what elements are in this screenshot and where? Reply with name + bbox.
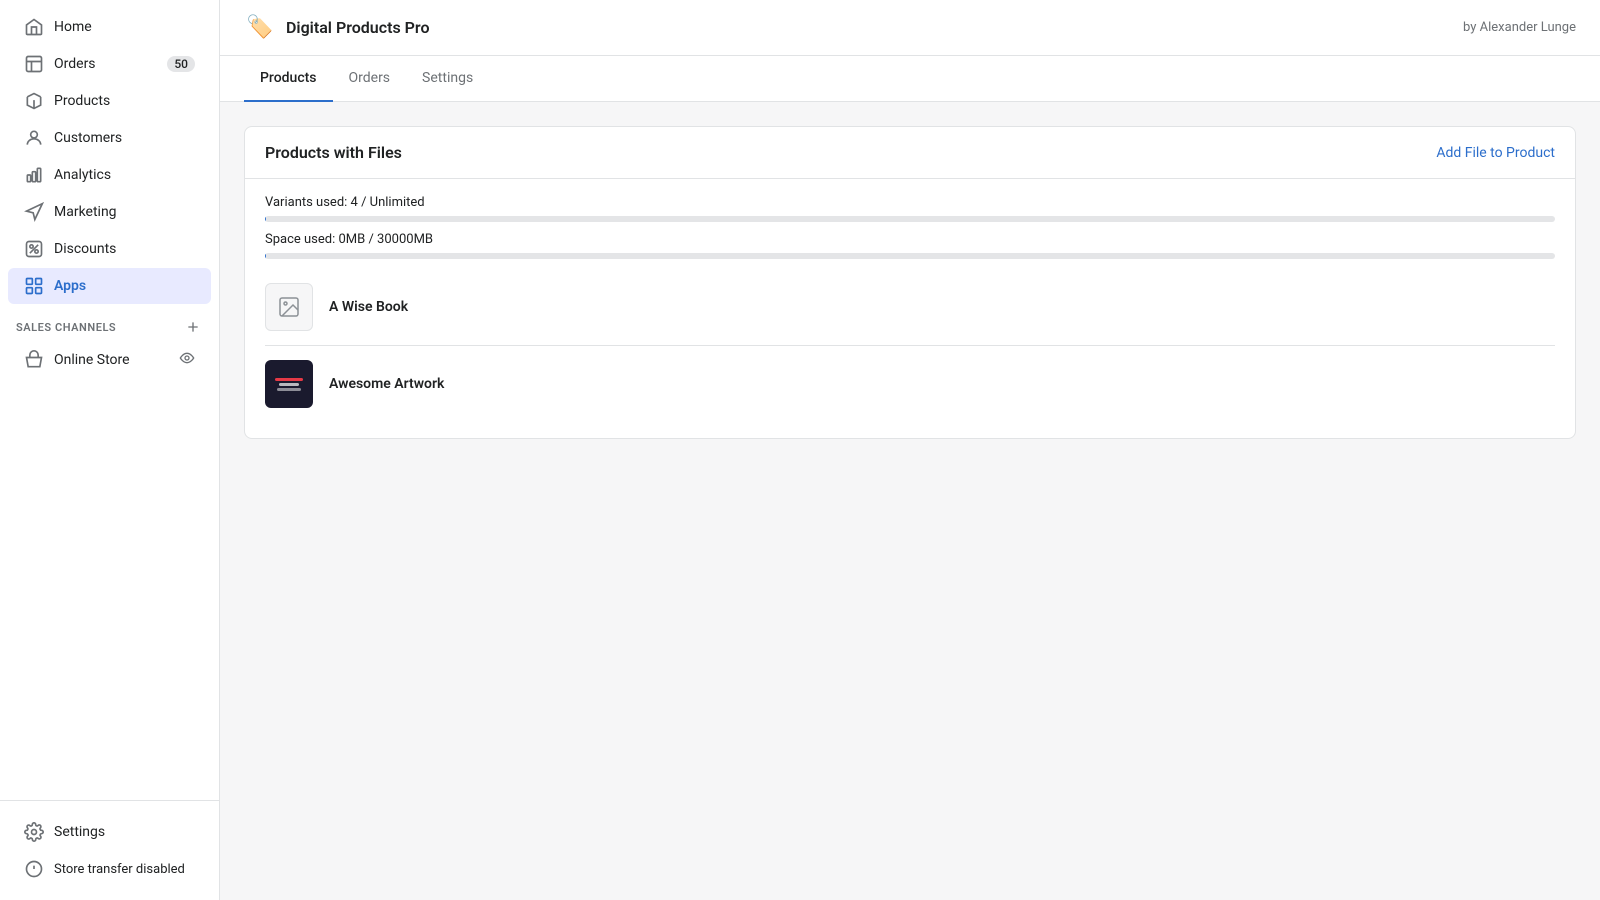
customers-icon	[24, 128, 44, 148]
apps-icon	[24, 276, 44, 296]
sidebar-item-marketing[interactable]: Marketing	[8, 194, 211, 230]
tabs: Products Orders Settings	[220, 56, 1600, 102]
product-item-awesome-artwork[interactable]: Awesome Artwork	[265, 345, 1555, 422]
product-thumb-wise-book	[265, 283, 313, 331]
variants-stat: Variants used: 4 / Unlimited	[265, 195, 1555, 210]
app-byline: by Alexander Lunge	[1463, 20, 1576, 35]
sidebar-item-products[interactable]: Products	[8, 83, 211, 119]
sales-channels-label: SALES CHANNELS	[16, 321, 116, 334]
info-icon	[24, 859, 44, 879]
sidebar-bottom: Settings Store transfer disabled	[0, 800, 219, 900]
main-content: 🏷️ Digital Products Pro by Alexander Lun…	[220, 0, 1600, 900]
app-header: 🏷️ Digital Products Pro by Alexander Lun…	[220, 0, 1600, 56]
sidebar-item-online-store[interactable]: Online Store	[8, 342, 211, 378]
sidebar-item-online-store-label: Online Store	[54, 352, 130, 368]
page-content: Products with Files Add File to Product …	[220, 102, 1600, 900]
orders-badge: 50	[167, 56, 195, 72]
marketing-icon	[24, 202, 44, 222]
online-store-visibility-icon[interactable]	[179, 350, 195, 370]
analytics-icon	[24, 165, 44, 185]
home-icon	[24, 17, 44, 37]
sidebar-item-home[interactable]: Home	[8, 9, 211, 45]
product-name-wise-book: A Wise Book	[329, 299, 408, 315]
card-body: Variants used: 4 / Unlimited Space used:…	[245, 179, 1575, 438]
tab-settings[interactable]: Settings	[406, 56, 489, 102]
product-list: A Wise Book Awesome Artwork	[265, 269, 1555, 422]
discounts-icon	[24, 239, 44, 259]
store-icon	[24, 350, 44, 370]
sidebar-item-products-label: Products	[54, 93, 110, 109]
sidebar-item-analytics[interactable]: Analytics	[8, 157, 211, 193]
sidebar-item-customers-label: Customers	[54, 130, 122, 146]
card-header: Products with Files Add File to Product	[245, 127, 1575, 179]
sidebar-item-discounts[interactable]: Discounts	[8, 231, 211, 267]
tab-orders[interactable]: Orders	[333, 56, 407, 102]
sales-channels-section: SALES CHANNELS	[0, 305, 219, 341]
add-file-to-product-button[interactable]: Add File to Product	[1436, 145, 1555, 161]
tab-products[interactable]: Products	[244, 56, 333, 102]
sidebar-item-orders[interactable]: Orders 50	[8, 46, 211, 82]
sidebar-item-analytics-label: Analytics	[54, 167, 111, 183]
sidebar-nav: Home Orders 50 Products	[0, 0, 219, 800]
orders-icon	[24, 54, 44, 74]
sidebar-item-customers[interactable]: Customers	[8, 120, 211, 156]
sidebar-item-home-label: Home	[54, 19, 92, 35]
variants-progress-bar	[265, 216, 1555, 222]
sidebar-item-apps[interactable]: Apps	[8, 268, 211, 304]
add-sales-channel-icon[interactable]	[183, 317, 203, 337]
products-icon	[24, 91, 44, 111]
app-icon: 🏷️	[244, 12, 276, 44]
sidebar-item-discounts-label: Discounts	[54, 241, 116, 257]
image-placeholder-icon	[277, 295, 301, 319]
sidebar-item-settings[interactable]: Settings	[8, 814, 211, 850]
sidebar-item-store-transfer[interactable]: Store transfer disabled	[8, 851, 211, 887]
settings-icon	[24, 822, 44, 842]
product-thumb-awesome-artwork	[265, 360, 313, 408]
product-item-wise-book[interactable]: A Wise Book	[265, 269, 1555, 345]
app-header-left: 🏷️ Digital Products Pro	[244, 12, 430, 44]
product-name-awesome-artwork: Awesome Artwork	[329, 376, 444, 392]
card-title: Products with Files	[265, 143, 402, 162]
sidebar-item-apps-label: Apps	[54, 278, 86, 294]
sidebar-item-marketing-label: Marketing	[54, 204, 117, 220]
products-with-files-card: Products with Files Add File to Product …	[244, 126, 1576, 439]
sidebar: Home Orders 50 Products	[0, 0, 220, 900]
space-stat: Space used: 0MB / 30000MB	[265, 232, 1555, 247]
space-progress-bar	[265, 253, 1555, 259]
sidebar-item-store-transfer-label: Store transfer disabled	[54, 862, 185, 877]
sidebar-item-orders-label: Orders	[54, 56, 96, 72]
app-title: Digital Products Pro	[286, 18, 430, 37]
sidebar-item-settings-label: Settings	[54, 824, 105, 840]
